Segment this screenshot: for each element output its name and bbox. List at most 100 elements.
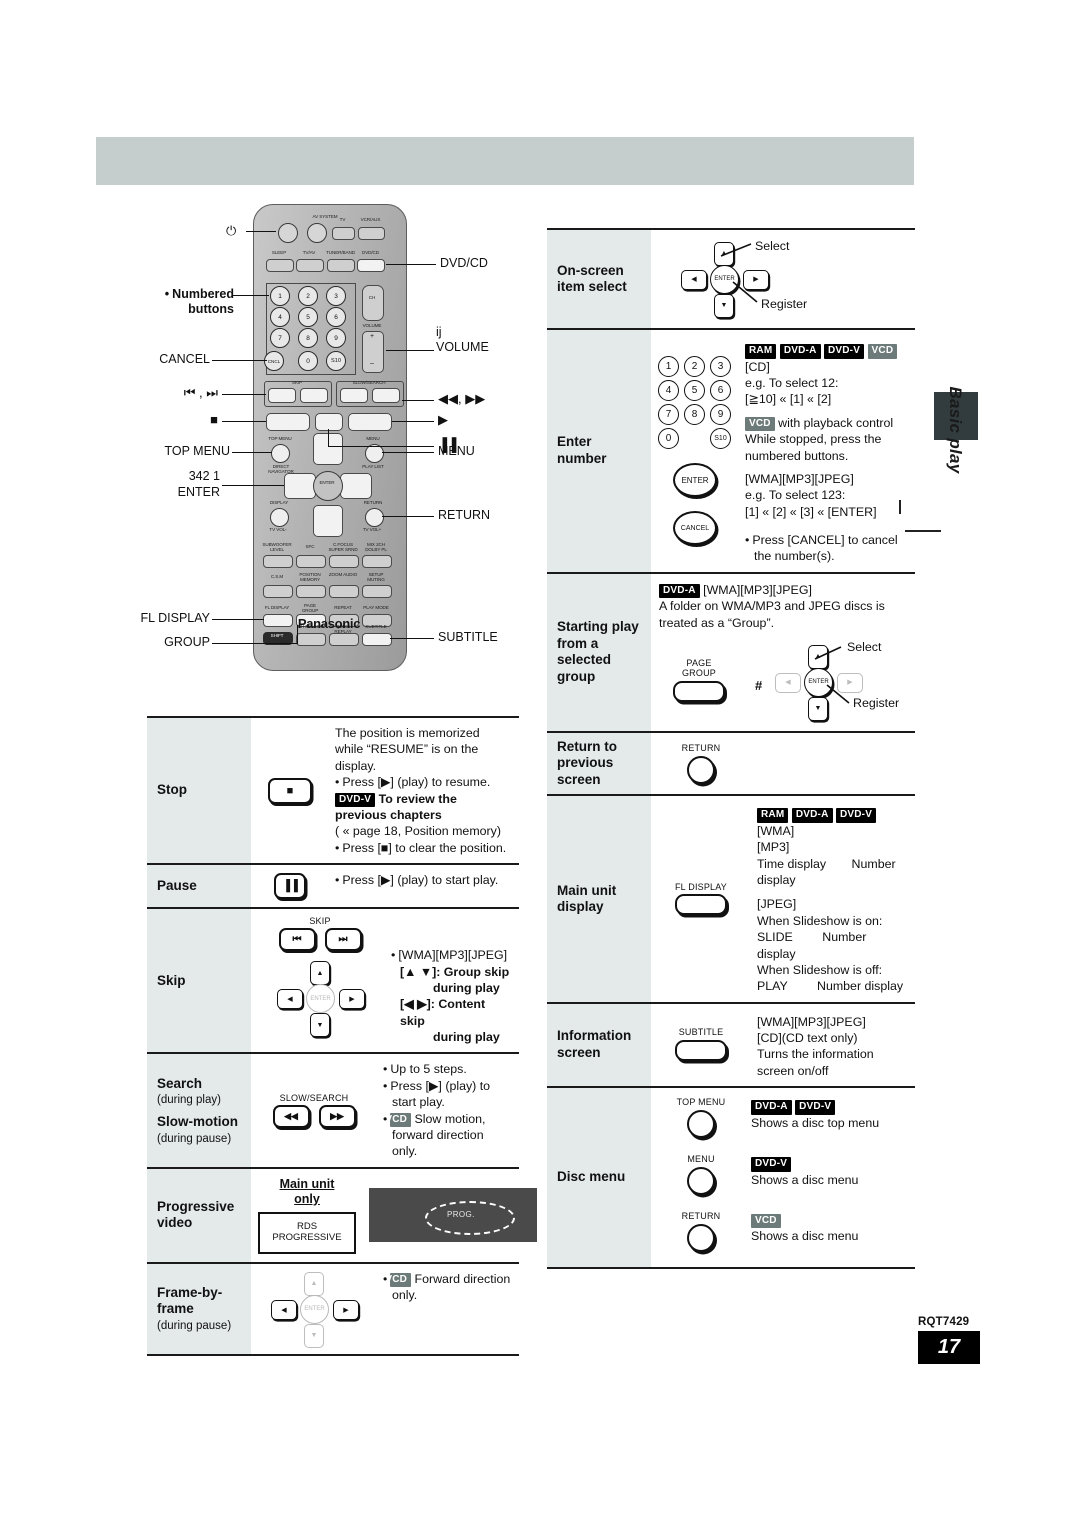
remote-top-menu-button[interactable] bbox=[271, 444, 290, 463]
osd-dpad-left-key[interactable]: ◀ bbox=[681, 270, 707, 290]
remote-label-sfc: SFC bbox=[305, 544, 315, 549]
keypad-8[interactable]: 8 bbox=[684, 404, 705, 425]
keypad-5[interactable]: 5 bbox=[684, 380, 705, 401]
remote-digit-6[interactable]: 6 bbox=[326, 307, 346, 327]
mud-row-play: PLAY Number display bbox=[757, 978, 907, 994]
subtitle-key[interactable] bbox=[675, 1040, 727, 1062]
remote-search-forward-button[interactable] bbox=[372, 388, 400, 403]
keypad-1[interactable]: 1 bbox=[658, 356, 679, 377]
dpad-up-key[interactable]: ▲ bbox=[310, 961, 330, 986]
remote-mix-2ch-button[interactable] bbox=[362, 555, 392, 568]
remote-av-power-button[interactable] bbox=[307, 223, 327, 243]
badge-vcd-2: VCD bbox=[867, 344, 898, 359]
fl-display-key[interactable] bbox=[675, 894, 727, 916]
disc-menu-key[interactable] bbox=[687, 1166, 715, 1195]
remote-tv-button[interactable] bbox=[332, 227, 355, 240]
fbf-dpad-right-key[interactable]: ▶ bbox=[333, 1299, 359, 1320]
callout-line-group-vert bbox=[297, 625, 299, 644]
rds-progressive-button[interactable]: RDS PROGRESSIVE bbox=[258, 1211, 356, 1254]
group-dpad-left-key[interactable]: ◀ bbox=[775, 673, 801, 693]
remote-digit-7[interactable]: 7 bbox=[270, 328, 290, 348]
page-group-key[interactable] bbox=[673, 680, 725, 702]
skip-back-key[interactable]: ⏮ bbox=[278, 928, 316, 952]
remote-cursor-down[interactable] bbox=[313, 505, 343, 537]
remote-cancel-button[interactable]: CNCL bbox=[264, 351, 284, 371]
remote-return-button[interactable] bbox=[365, 508, 384, 527]
cancel-key-circle[interactable]: CANCEL bbox=[673, 511, 717, 545]
remote-skip-back-button[interactable] bbox=[268, 388, 296, 403]
skip-dpad-cluster: ▲ ◀ ENTER ▶ ▼ bbox=[277, 961, 365, 1038]
remote-sleep-button[interactable] bbox=[266, 259, 294, 272]
callout-skip: ⏮ , ⏭ bbox=[183, 385, 218, 400]
remote-cursor-left[interactable] bbox=[284, 473, 316, 499]
remote-digit-3[interactable]: 3 bbox=[326, 286, 346, 306]
remote-setup-muting-button[interactable] bbox=[362, 585, 392, 598]
remote-zoom-audio-button[interactable] bbox=[329, 585, 359, 598]
remote-digit-5[interactable]: 5 bbox=[298, 307, 318, 327]
remote-label-dvd-cd: DVD/CD bbox=[361, 250, 379, 255]
remote-subwoofer-level-button[interactable] bbox=[263, 555, 293, 568]
fbf-dpad-down-key[interactable]: ▼ bbox=[304, 1323, 324, 1348]
remote-c-focus-button[interactable] bbox=[329, 555, 359, 568]
remote-position-memory-button[interactable] bbox=[296, 585, 326, 598]
remote-digit-4[interactable]: 4 bbox=[270, 307, 290, 327]
remote-digit-1[interactable]: 1 bbox=[270, 286, 290, 306]
remote-stop-button[interactable] bbox=[266, 413, 310, 431]
dpad-left-key[interactable]: ◀ bbox=[277, 989, 303, 1010]
row-key-stop: ■ bbox=[251, 718, 329, 863]
remote-channel-rocker[interactable] bbox=[362, 285, 384, 321]
remote-digit-8[interactable]: 8 bbox=[298, 328, 318, 348]
remote-csm-button[interactable] bbox=[263, 585, 293, 598]
remote-tv-av-button[interactable] bbox=[296, 259, 324, 272]
dpad-down-key[interactable]: ▼ bbox=[310, 1013, 330, 1038]
remote-play-button[interactable] bbox=[348, 413, 392, 431]
search-back-key[interactable]: ◀◀ bbox=[272, 1104, 310, 1128]
remote-skip-forward-button[interactable] bbox=[300, 388, 328, 403]
remote-power-button[interactable] bbox=[278, 223, 298, 243]
remote-dvd-cd-button[interactable] bbox=[357, 259, 385, 272]
remote-label-sleep: SLEEP bbox=[271, 250, 287, 255]
stop-key-glyph[interactable]: ■ bbox=[268, 777, 312, 804]
keypad-s10[interactable]: S10 bbox=[710, 428, 731, 449]
remote-search-back-button[interactable] bbox=[340, 388, 368, 403]
remote-sfc-button[interactable] bbox=[296, 555, 326, 568]
keypad-0[interactable]: 0 bbox=[658, 428, 679, 449]
remote-digit-9[interactable]: 9 bbox=[326, 328, 346, 348]
remote-vcr-aux-button[interactable] bbox=[358, 227, 385, 240]
skip-text-2: during play bbox=[433, 980, 500, 995]
remote-display-button[interactable] bbox=[270, 508, 289, 527]
fl-display-key-caption: FL DISPLAY bbox=[674, 881, 728, 892]
dpad-enter-key[interactable]: ENTER bbox=[306, 984, 335, 1014]
remote-tuner-band-button[interactable] bbox=[327, 259, 355, 272]
keypad-2[interactable]: 2 bbox=[684, 356, 705, 377]
keypad-6[interactable]: 6 bbox=[710, 380, 731, 401]
badge-dvd-a: DVD-A bbox=[779, 344, 821, 359]
remote-cursor-right[interactable] bbox=[340, 473, 372, 499]
disc-top-menu-key[interactable] bbox=[687, 1110, 715, 1139]
remote-enter-button[interactable] bbox=[313, 471, 343, 501]
search-forward-key[interactable]: ▶▶ bbox=[318, 1104, 356, 1128]
pause-key-glyph[interactable]: ▐▐ bbox=[274, 873, 306, 900]
keypad-7[interactable]: 7 bbox=[658, 404, 679, 425]
callout-line-numbered bbox=[232, 295, 269, 297]
keypad-3[interactable]: 3 bbox=[710, 356, 731, 377]
fbf-dpad-enter-key[interactable]: ENTER bbox=[300, 1294, 329, 1324]
section-tab-label: Basic play bbox=[946, 386, 965, 474]
remote-digit-2[interactable]: 2 bbox=[298, 286, 318, 306]
enter-key-circle[interactable]: ENTER bbox=[673, 463, 717, 497]
remote-subtitle-button[interactable] bbox=[362, 633, 392, 646]
row-text-return-previous bbox=[751, 733, 915, 794]
dpad-right-key[interactable]: ▶ bbox=[339, 989, 365, 1010]
skip-forward-key[interactable]: ⏭ bbox=[324, 928, 362, 952]
keypad-4[interactable]: 4 bbox=[658, 380, 679, 401]
remote-s10-button[interactable]: S10 bbox=[326, 351, 346, 371]
disc-return-key[interactable] bbox=[687, 1223, 715, 1252]
remote-digit-0[interactable]: 0 bbox=[298, 351, 318, 371]
return-key-circle[interactable] bbox=[687, 755, 715, 784]
keypad-9[interactable]: 9 bbox=[710, 404, 731, 425]
fbf-dpad-up-key[interactable]: ▲ bbox=[304, 1271, 324, 1296]
remote-quick-replay-button[interactable] bbox=[329, 633, 359, 646]
remote-ch-select-button[interactable] bbox=[296, 633, 326, 646]
row-key-main-unit-display: FL DISPLAY bbox=[651, 796, 751, 1001]
fbf-dpad-left-key[interactable]: ◀ bbox=[271, 1299, 297, 1320]
